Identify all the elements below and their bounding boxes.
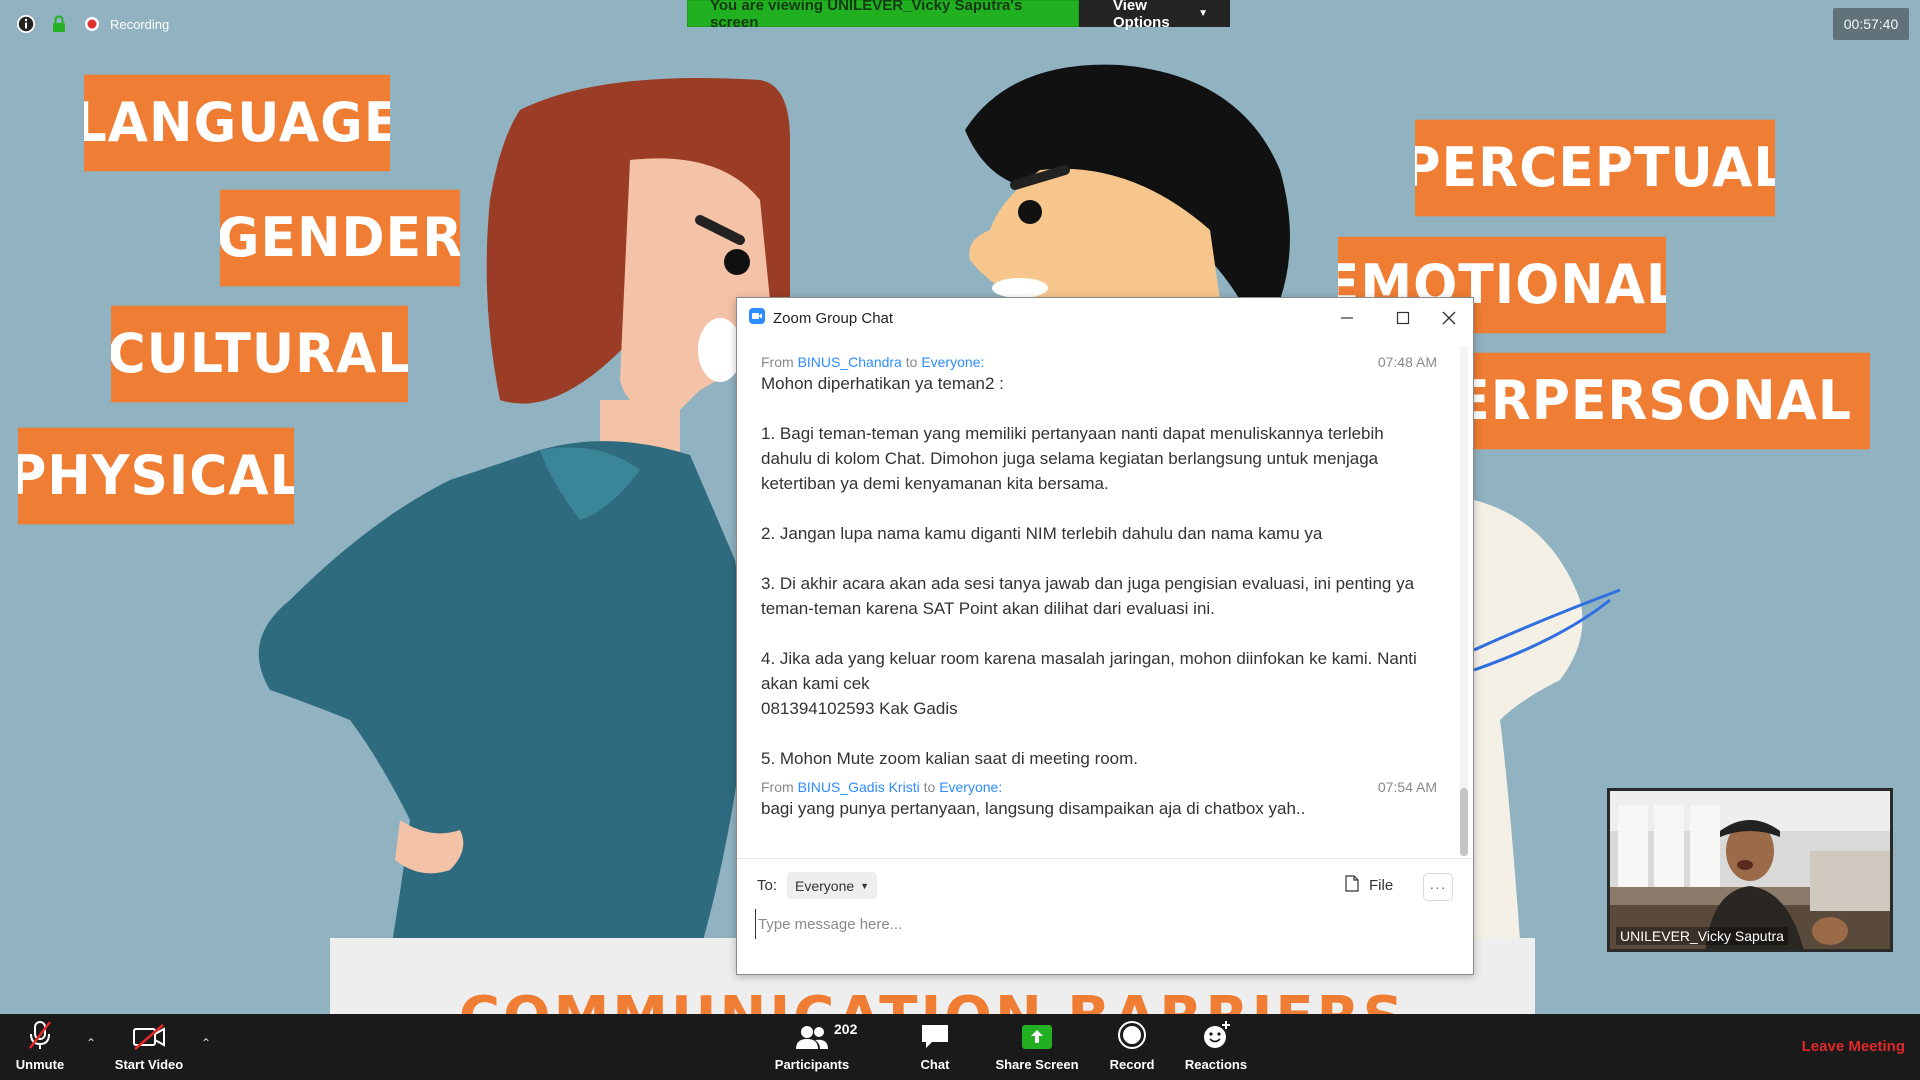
message-body: Mohon diperhatikan ya teman2 : 1. Bagi t… <box>761 374 1417 768</box>
recording-icon[interactable] <box>83 15 101 33</box>
share-screen-icon <box>1021 1014 1053 1050</box>
message-header: From BINUS_Gadis Kristi to Everyone: 07:… <box>761 779 1437 795</box>
chat-button[interactable]: Chat <box>905 1014 965 1080</box>
record-label: Record <box>1109 1057 1155 1072</box>
chat-titlebar[interactable]: Zoom Group Chat <box>737 298 1473 338</box>
chat-scrollbar-thumb[interactable] <box>1460 788 1468 856</box>
file-label: File <box>1369 877 1394 894</box>
slide-label-physical: PHYSICAL <box>18 427 294 525</box>
message-to-label: to <box>923 779 936 795</box>
message-body: bagi yang punya pertanyaan, langsung dis… <box>761 799 1306 818</box>
leave-meeting-button[interactable]: Leave Meeting <box>1802 1038 1905 1055</box>
participants-count: 202 <box>834 1021 858 1037</box>
message-from-label: From <box>761 779 794 795</box>
chat-icon <box>920 1014 950 1050</box>
recipient-row: To: Everyone ▼ <box>757 872 878 899</box>
view-options-label: View Options <box>1113 0 1170 31</box>
record-icon <box>1117 1014 1147 1050</box>
chat-message-list[interactable]: From BINUS_Chandra to Everyone: 07:48 AM… <box>737 348 1459 853</box>
participants-icon <box>795 1014 829 1050</box>
chat-divider <box>737 858 1473 859</box>
slide-label-perceptual: PERCEPTUAL <box>1415 119 1775 217</box>
unmute-button[interactable]: Unmute <box>10 1014 70 1080</box>
record-button[interactable]: Record <box>1100 1014 1164 1080</box>
chat-label: Chat <box>920 1057 950 1072</box>
microphone-muted-icon <box>27 1014 53 1050</box>
recipient-select[interactable]: Everyone ▼ <box>787 872 878 899</box>
video-off-icon <box>132 1014 166 1050</box>
start-video-button[interactable]: Start Video <box>108 1014 190 1080</box>
info-icon[interactable] <box>17 15 35 33</box>
chat-message: From BINUS_Gadis Kristi to Everyone: 07:… <box>761 779 1437 821</box>
message-sender[interactable]: BINUS_Gadis Kristi <box>798 779 920 795</box>
message-input[interactable] <box>755 909 1445 939</box>
to-label: To: <box>757 877 778 894</box>
close-button[interactable] <box>1425 302 1473 334</box>
slide-label-gender: GENDER <box>220 189 460 287</box>
message-time: 07:48 AM <box>1377 354 1437 370</box>
message-time: 07:54 AM <box>1377 779 1437 795</box>
message-to-label: to <box>905 354 918 370</box>
slide-banner-text: COMMUNICATION BARRIERS <box>459 990 1406 1015</box>
participant-name: UNILEVER_Vicky Saputra <box>1616 927 1788 945</box>
share-screen-label: Share Screen <box>995 1057 1079 1072</box>
slide-label-cultural: CULTURAL <box>111 305 408 403</box>
maximize-button[interactable] <box>1379 302 1427 334</box>
video-options-caret[interactable]: ⌃ <box>201 1036 211 1050</box>
slide-label-language: LANGUAGE <box>84 74 390 172</box>
lock-icon[interactable] <box>50 15 68 33</box>
unmute-label: Unmute <box>15 1057 65 1072</box>
recipient-select-value: Everyone <box>795 877 855 894</box>
reactions-icon <box>1201 1014 1231 1050</box>
zoom-logo-icon <box>749 307 765 329</box>
viewing-text: You are viewing UNILEVER_Vicky Saputra's… <box>687 0 1079 31</box>
chat-window: Zoom Group Chat From BINUS_Chandra to Ev… <box>736 297 1474 975</box>
chat-message: From BINUS_Chandra to Everyone: 07:48 AM… <box>761 354 1437 771</box>
reactions-button[interactable]: Reactions <box>1180 1014 1252 1080</box>
start-video-label: Start Video <box>114 1057 184 1072</box>
more-icon: ··· <box>1429 879 1447 895</box>
chevron-down-icon: ▼ <box>1198 8 1208 19</box>
recording-label: Recording <box>110 17 170 32</box>
message-recipient[interactable]: Everyone: <box>939 779 1002 795</box>
share-screen-button[interactable]: Share Screen <box>990 1014 1084 1080</box>
reactions-label: Reactions <box>1184 1057 1248 1072</box>
message-recipient[interactable]: Everyone: <box>921 354 984 370</box>
file-button[interactable]: File <box>1345 875 1393 896</box>
audio-options-caret[interactable]: ⌃ <box>86 1036 96 1050</box>
meeting-toolbar: Unmute ⌃ Start Video ⌃ Participants Chat… <box>0 1014 1920 1080</box>
chevron-down-icon: ▼ <box>860 880 870 891</box>
slide-label-interpersonal: INTERPERSONAL <box>1440 352 1870 450</box>
more-options-button[interactable]: ··· <box>1423 873 1453 901</box>
message-header: From BINUS_Chandra to Everyone: 07:48 AM <box>761 354 1437 370</box>
view-options-button[interactable]: View Options ▼ <box>1079 0 1230 31</box>
meeting-timer: 00:57:40 <box>1833 8 1909 40</box>
message-from-label: From <box>761 354 794 370</box>
chat-scrollbar[interactable] <box>1460 346 1468 856</box>
chat-title: Zoom Group Chat <box>773 309 894 327</box>
message-sender[interactable]: BINUS_Chandra <box>798 354 902 370</box>
participants-label: Participants <box>774 1057 850 1072</box>
file-icon <box>1345 875 1359 896</box>
viewing-banner: You are viewing UNILEVER_Vicky Saputra's… <box>687 0 1230 31</box>
minimize-button[interactable] <box>1323 302 1371 334</box>
participant-video[interactable]: UNILEVER_Vicky Saputra <box>1607 788 1893 952</box>
